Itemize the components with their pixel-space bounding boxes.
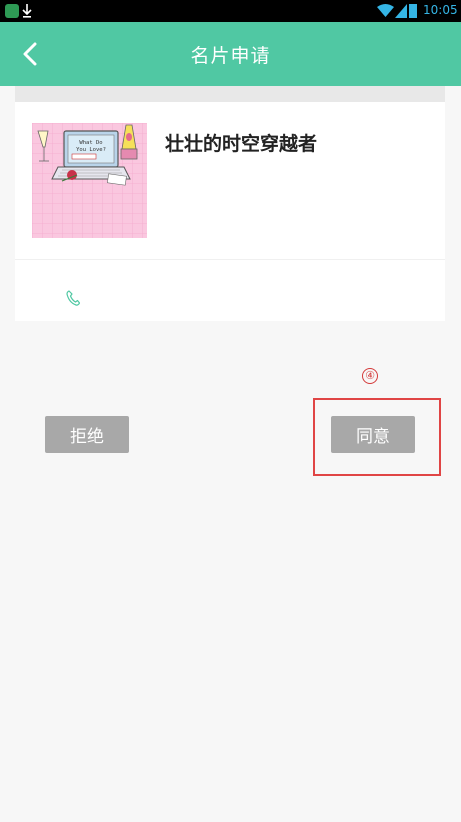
svg-text:You Love?: You Love? xyxy=(76,147,106,153)
annotation-number-text: ④ xyxy=(365,369,375,382)
app-notification-icon xyxy=(5,4,19,18)
status-time: 10:05 xyxy=(423,3,458,17)
contact-name: 壮壮的时空穿越者 xyxy=(165,133,318,155)
avatar-illustration: What Do You Love? xyxy=(32,123,147,238)
wifi-icon xyxy=(377,4,394,17)
svg-text:What Do: What Do xyxy=(79,140,102,146)
annotation-number: ④ xyxy=(362,368,378,384)
card-top-strip xyxy=(15,86,445,102)
phone-icon[interactable] xyxy=(66,290,80,306)
agree-button[interactable]: 同意 xyxy=(331,416,415,453)
reject-button[interactable]: 拒绝 xyxy=(45,416,129,453)
avatar[interactable]: What Do You Love? xyxy=(32,123,147,238)
status-bar: 10:05 xyxy=(0,0,461,22)
page-title: 名片申请 xyxy=(190,45,271,67)
battery-icon xyxy=(409,4,417,18)
contact-card: What Do You Love? 壮壮的时空穿越者 xyxy=(15,102,445,321)
screen: 10:05 名片申请 What Do You Love? 壮壮的时空穿越者 ④ … xyxy=(0,0,461,822)
signal-icon xyxy=(395,4,407,18)
title-bar: 名片申请 xyxy=(0,22,461,86)
divider xyxy=(15,259,445,260)
download-icon xyxy=(22,4,32,18)
